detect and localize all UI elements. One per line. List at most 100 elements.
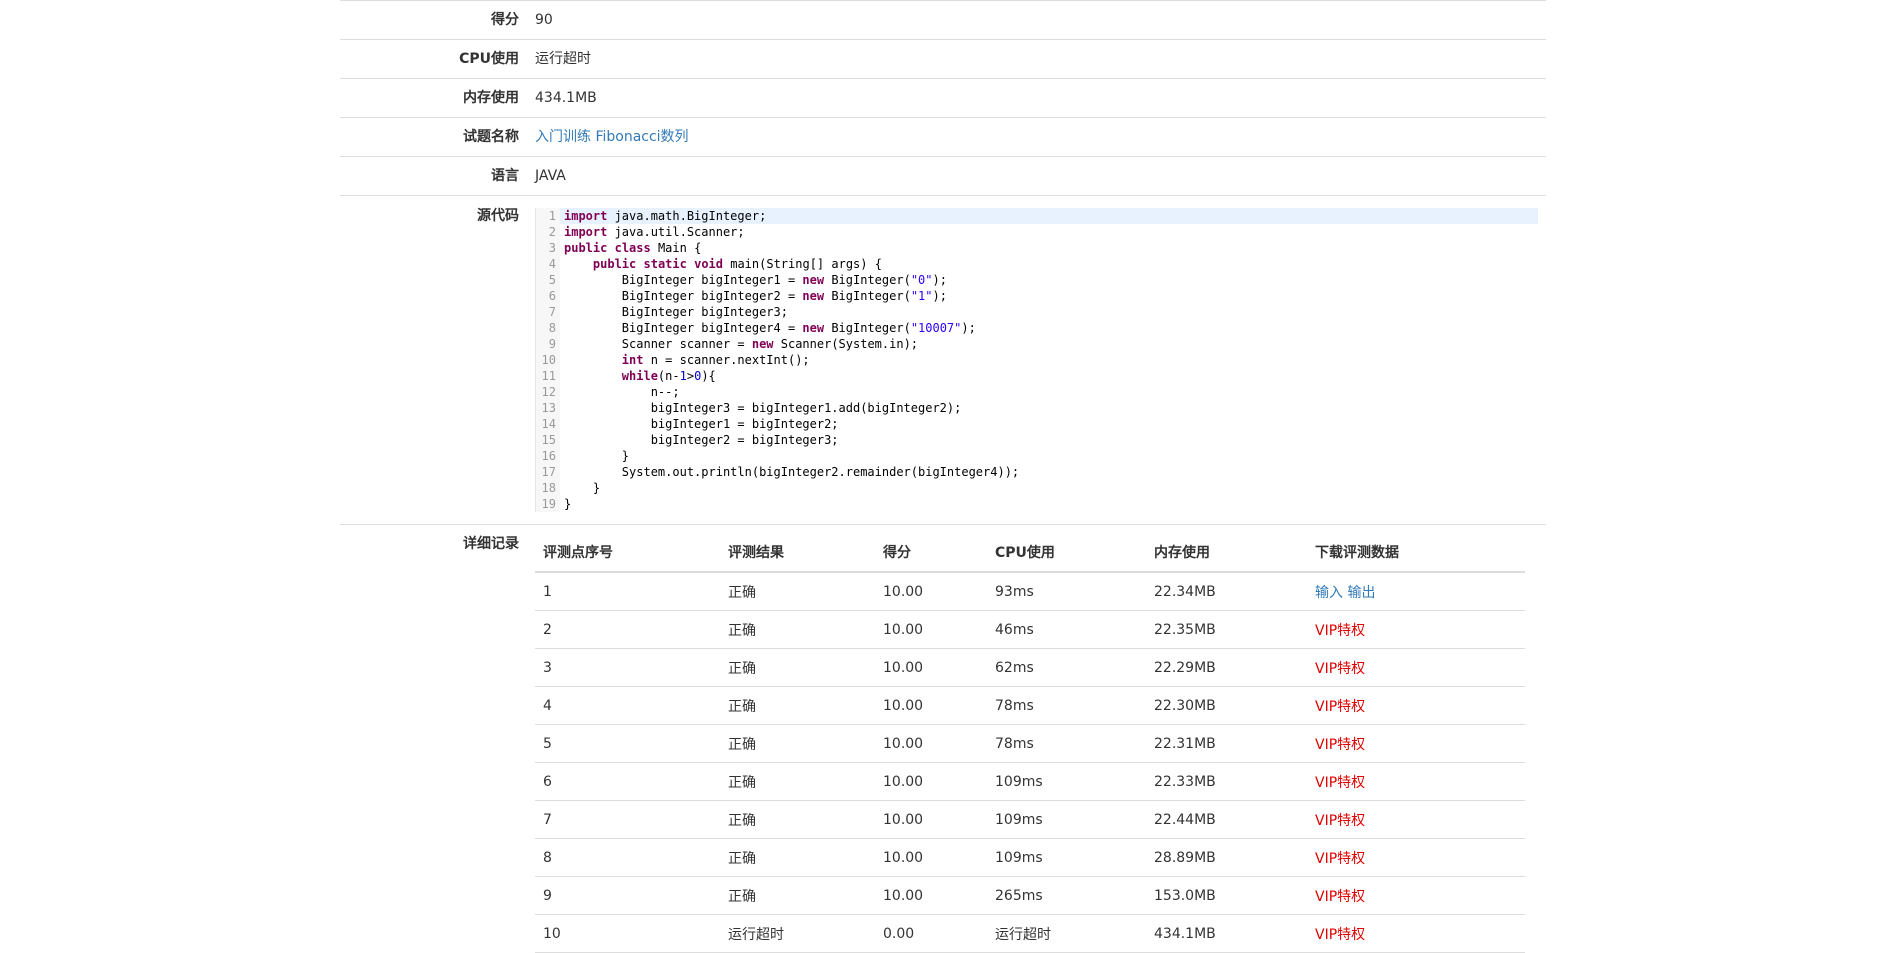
header-score: 得分 (875, 533, 987, 573)
cell-download: VIP特权 (1307, 686, 1525, 725)
code-line: 14 bigInteger1 = bigInteger2; (536, 416, 1538, 432)
cell-memory: 22.29MB (1146, 648, 1307, 687)
cell-cpu: 46ms (987, 610, 1146, 649)
cell-memory: 434.1MB (1146, 914, 1307, 953)
code-line: 3 public class Main { (536, 240, 1538, 256)
cell-cpu: 78ms (987, 686, 1146, 725)
language-label: 语言 (491, 168, 519, 184)
table-body: 1 正确 10.00 93ms 22.34MB 输入 输出 2 正确 10.00 46ms 22.3… (535, 572, 1525, 953)
code-text: while(n-1>0){ (621, 369, 716, 383)
download-input-link[interactable]: 输入 (1315, 585, 1343, 601)
code-text: import java.math.BigInteger; (560, 208, 1538, 224)
cell-result: 正确 (720, 838, 875, 877)
cell-download: VIP特权 (1307, 724, 1525, 763)
cell-download: VIP特权 (1307, 800, 1525, 839)
code-text: BigInteger bigInteger3; (564, 305, 788, 319)
code-text: public static void main(String[] args) { (592, 257, 882, 271)
code-line: 5 BigInteger bigInteger1 = new BigIntege… (536, 272, 1538, 288)
table-row: 6 正确 10.00 109ms 22.33MB VIP特权 (535, 762, 1525, 801)
code-line: 18 } (536, 480, 1538, 496)
cell-cpu: 109ms (987, 838, 1146, 877)
code-text: import java.util.Scanner; (564, 225, 745, 239)
cell-case-number: 9 (535, 876, 720, 915)
line-number: 6 (536, 288, 560, 304)
cell-result: 正确 (720, 610, 875, 649)
cell-memory: 22.31MB (1146, 724, 1307, 763)
cell-case-number: 2 (535, 610, 720, 649)
table-row: 5 正确 10.00 78ms 22.31MB VIP特权 (535, 724, 1525, 763)
cell-cpu: 109ms (987, 762, 1146, 801)
code-line: 2 import java.util.Scanner; (536, 224, 1538, 240)
source-code-label: 源代码 (477, 208, 519, 224)
code-line: 9 Scanner scanner = new Scanner(System.i… (536, 336, 1538, 352)
header-case-number: 评测点序号 (535, 533, 720, 573)
vip-privilege-link[interactable]: VIP特权 (1315, 889, 1365, 905)
cell-score: 10.00 (875, 686, 987, 725)
cell-download: VIP特权 (1307, 914, 1525, 953)
vip-privilege-link[interactable]: VIP特权 (1315, 813, 1365, 829)
cpu-value: 运行超时 (535, 51, 591, 67)
cpu-label: CPU使用 (459, 51, 519, 67)
line-number: 19 (536, 496, 560, 512)
table-row: 3 正确 10.00 62ms 22.29MB VIP特权 (535, 648, 1525, 687)
cell-memory: 28.89MB (1146, 838, 1307, 877)
code-text: } (564, 481, 601, 495)
line-number: 11 (536, 368, 560, 384)
cell-cpu: 93ms (987, 572, 1146, 611)
table-row: 2 正确 10.00 46ms 22.35MB VIP特权 (535, 610, 1525, 649)
cell-result: 正确 (720, 686, 875, 725)
code-line: 8 BigInteger bigInteger4 = new BigIntege… (536, 320, 1538, 336)
cell-case-number: 10 (535, 914, 720, 953)
line-number: 7 (536, 304, 560, 320)
cell-download: VIP特权 (1307, 762, 1525, 801)
details-table-container: 评测点序号 评测结果 得分 CPU使用 内存使用 下载评测数据 1 正确 10.00… (535, 533, 1546, 953)
vip-privilege-link[interactable]: VIP特权 (1315, 737, 1365, 753)
vip-privilege-link[interactable]: VIP特权 (1315, 775, 1365, 791)
source-code-row: 源代码 1 import java.math.BigInteger; 2 import… (340, 195, 1546, 524)
problem-row: 试题名称 入门训练 Fibonacci数列 (340, 117, 1546, 156)
table-row: 1 正确 10.00 93ms 22.34MB 输入 输出 (535, 572, 1525, 611)
source-code-block[interactable]: 1 import java.math.BigInteger; 2 import jav… (535, 208, 1538, 512)
cell-memory: 22.44MB (1146, 800, 1307, 839)
cell-score: 10.00 (875, 648, 987, 687)
vip-privilege-link[interactable]: VIP特权 (1315, 699, 1365, 715)
cell-result: 正确 (720, 572, 875, 611)
table-row: 4 正确 10.00 78ms 22.30MB VIP特权 (535, 686, 1525, 725)
details-table: 评测点序号 评测结果 得分 CPU使用 内存使用 下载评测数据 1 正确 10.00… (535, 533, 1525, 953)
cell-case-number: 1 (535, 572, 720, 611)
cell-result: 正确 (720, 724, 875, 763)
vip-privilege-link[interactable]: VIP特权 (1315, 623, 1365, 639)
cell-score: 10.00 (875, 610, 987, 649)
code-text: bigInteger2 = bigInteger3; (564, 433, 839, 447)
line-number: 5 (536, 272, 560, 288)
table-header-row: 评测点序号 评测结果 得分 CPU使用 内存使用 下载评测数据 (535, 533, 1525, 573)
vip-privilege-link[interactable]: VIP特权 (1315, 927, 1365, 943)
language-value: JAVA (535, 168, 566, 184)
cell-memory: 153.0MB (1146, 876, 1307, 915)
code-line: 15 bigInteger2 = bigInteger3; (536, 432, 1538, 448)
problem-link[interactable]: 入门训练 Fibonacci数列 (535, 129, 689, 145)
table-row: 8 正确 10.00 109ms 28.89MB VIP特权 (535, 838, 1525, 877)
line-number: 15 (536, 432, 560, 448)
cell-result: 正确 (720, 876, 875, 915)
download-output-link[interactable]: 输出 (1347, 585, 1375, 601)
cell-download: VIP特权 (1307, 838, 1525, 877)
header-result: 评测结果 (720, 533, 875, 573)
code-text: n--; (564, 385, 680, 399)
submission-detail: 得分 90 CPU使用 运行超时 内存使用 434.1MB 试题名称 入门训练 … (340, 0, 1546, 953)
line-number: 14 (536, 416, 560, 432)
code-line: 13 bigInteger3 = bigInteger1.add(bigInte… (536, 400, 1538, 416)
cell-case-number: 6 (535, 762, 720, 801)
line-number: 10 (536, 352, 560, 368)
language-row: 语言 JAVA (340, 156, 1546, 195)
cell-cpu: 78ms (987, 724, 1146, 763)
table-row: 7 正确 10.00 109ms 22.44MB VIP特权 (535, 800, 1525, 839)
vip-privilege-link[interactable]: VIP特权 (1315, 661, 1365, 677)
header-memory: 内存使用 (1146, 533, 1307, 573)
cell-result: 正确 (720, 762, 875, 801)
cell-result: 运行超时 (720, 914, 875, 953)
vip-privilege-link[interactable]: VIP特权 (1315, 851, 1365, 867)
header-download: 下载评测数据 (1307, 533, 1525, 573)
code-line: 1 import java.math.BigInteger; (536, 208, 1538, 224)
line-number: 2 (536, 224, 560, 240)
